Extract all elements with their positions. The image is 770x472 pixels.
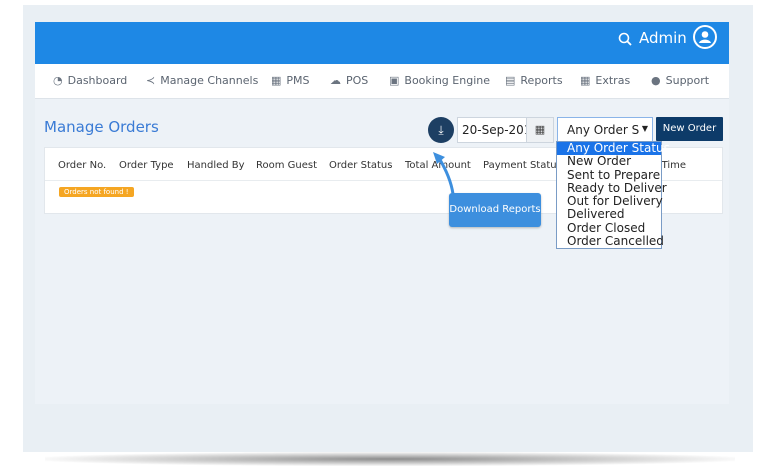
- col-handled-by[interactable]: Handled By: [187, 160, 245, 171]
- status-option[interactable]: Delivered: [557, 208, 661, 222]
- order-status-select[interactable]: Any Order S ▼: [557, 117, 653, 143]
- calendar-icon: ▣: [389, 74, 400, 87]
- col-payment-status[interactable]: Payment Status: [483, 160, 562, 171]
- search-icon[interactable]: [618, 32, 632, 46]
- status-option[interactable]: Order Closed: [557, 221, 661, 235]
- nav-manage-channels[interactable]: ≺ Manage Channels: [146, 74, 258, 87]
- nav-dashboard-label: Dashboard: [67, 74, 128, 87]
- order-status-dropdown: Any Order Status New Order Sent to Prepa…: [556, 141, 670, 249]
- top-bar: Admin: [35, 22, 729, 64]
- new-order-button[interactable]: New Order: [656, 117, 723, 141]
- pointer-arrow-icon: [433, 152, 455, 196]
- dashboard-icon: ◔: [53, 74, 63, 87]
- building-icon: ▦: [271, 74, 282, 87]
- download-icon: ⤓: [438, 123, 444, 137]
- download-reports-tooltip: Download Reports: [449, 193, 541, 227]
- user-icon: ●: [651, 74, 661, 87]
- avatar[interactable]: [693, 25, 717, 49]
- nav-reports-label: Reports: [520, 74, 563, 87]
- nav-booking-engine-label: Booking Engine: [404, 74, 490, 87]
- caret-down-icon: ▼: [641, 124, 648, 133]
- order-status-value: Any Order S: [567, 123, 640, 137]
- nav-support-label: Support: [665, 74, 710, 87]
- col-order-status[interactable]: Order Status: [329, 160, 392, 171]
- clipboard-icon: ▤: [505, 74, 516, 87]
- empty-state-badge: Orders not found !: [59, 187, 134, 197]
- admin-label[interactable]: Admin: [639, 29, 687, 47]
- status-option[interactable]: Ready to Deliver: [557, 181, 667, 195]
- nav-dashboard[interactable]: ◔ Dashboard: [53, 74, 127, 87]
- date-picker[interactable]: 20-Sep-201 ▦: [457, 117, 554, 143]
- nav-pos[interactable]: ☁ POS: [330, 74, 368, 87]
- nav-extras-label: Extras: [595, 74, 631, 87]
- grid-icon: ▦: [580, 74, 591, 87]
- nav-pms[interactable]: ▦ PMS: [271, 74, 310, 87]
- frame-shadow: [45, 452, 735, 466]
- calendar-button[interactable]: ▦: [526, 118, 553, 142]
- col-order-no[interactable]: Order No.: [58, 160, 106, 171]
- nav-support[interactable]: ● Support: [651, 74, 709, 87]
- nav-booking-engine[interactable]: ▣ Booking Engine: [389, 74, 490, 87]
- app-window: Admin ◔ Dashboard ≺ Manage Channels ▦ PM…: [35, 22, 729, 404]
- nav-pms-label: PMS: [286, 74, 310, 87]
- status-option[interactable]: Order Cancelled: [557, 234, 664, 248]
- status-option[interactable]: Sent to Prepare: [557, 168, 661, 182]
- status-option[interactable]: Any Order Status: [557, 141, 670, 156]
- status-option[interactable]: Out for Delivery: [557, 194, 663, 208]
- page-title: Manage Orders: [44, 118, 159, 136]
- nav-manage-channels-label: Manage Channels: [160, 74, 259, 87]
- col-order-type[interactable]: Order Type: [119, 160, 174, 171]
- nav-pos-label: POS: [346, 74, 369, 87]
- date-value[interactable]: 20-Sep-201: [462, 123, 531, 137]
- calendar-icon: ▦: [534, 123, 546, 136]
- main-nav: ◔ Dashboard ≺ Manage Channels ▦ PMS ☁ PO…: [35, 64, 729, 99]
- status-option[interactable]: New Order: [557, 154, 661, 168]
- user-avatar-icon: [699, 31, 711, 43]
- cloud-icon: ☁: [330, 74, 341, 87]
- nav-reports[interactable]: ▤ Reports: [505, 74, 563, 87]
- download-button[interactable]: ⤓: [428, 117, 454, 143]
- nav-extras[interactable]: ▦ Extras: [580, 74, 630, 87]
- share-icon: ≺: [146, 74, 156, 87]
- col-room-guest[interactable]: Room Guest: [256, 160, 317, 171]
